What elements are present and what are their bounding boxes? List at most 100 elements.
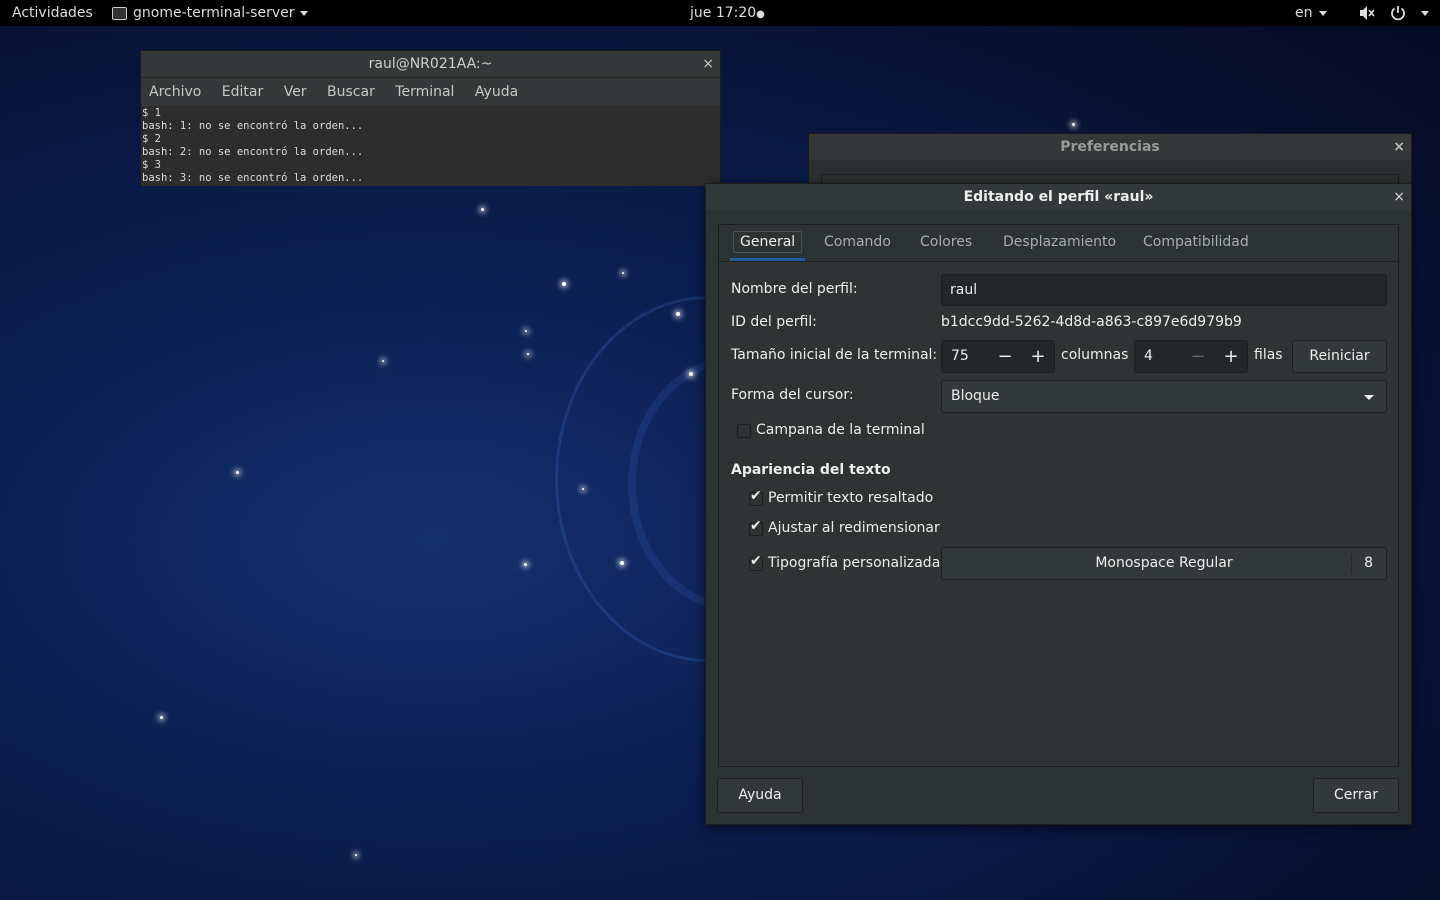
tab-compatibilidad[interactable]: Compatibilidad bbox=[1143, 225, 1249, 261]
profile-name-value: raul bbox=[950, 282, 978, 298]
font-size: 8 bbox=[1364, 555, 1373, 571]
volume-muted-icon bbox=[1360, 6, 1375, 20]
terminal-menubar: Archivo Editar Ver Buscar Terminal Ayuda bbox=[141, 78, 720, 106]
star bbox=[562, 282, 566, 286]
language-label: en bbox=[1295, 5, 1313, 21]
power-icon bbox=[1391, 6, 1406, 21]
columns-value: 75 bbox=[951, 348, 969, 364]
custom-font-label: Tipografía personalizada: bbox=[768, 555, 945, 571]
bell-checkbox[interactable] bbox=[737, 424, 751, 438]
star bbox=[160, 716, 163, 719]
tab-comando[interactable]: Comando bbox=[824, 225, 891, 261]
terminal-app-icon bbox=[112, 6, 127, 20]
profile-name-label: Nombre del perfil: bbox=[731, 281, 858, 297]
menu-editar[interactable]: Editar bbox=[222, 84, 263, 100]
help-button[interactable]: Ayuda bbox=[717, 778, 803, 813]
language-selector[interactable]: en bbox=[1295, 0, 1327, 26]
star bbox=[676, 312, 680, 316]
star bbox=[527, 353, 529, 355]
preferences-title: Preferencias bbox=[1060, 139, 1160, 155]
terminal-line: $ 3 bbox=[142, 159, 161, 171]
checkmark-icon: ✔ bbox=[750, 553, 762, 569]
close-button[interactable]: Cerrar bbox=[1313, 778, 1399, 813]
tab-label: Desplazamiento bbox=[1003, 234, 1117, 250]
checkmark-icon: ✔ bbox=[750, 488, 762, 504]
cursor-shape-value: Bloque bbox=[951, 388, 1000, 404]
reset-size-button[interactable]: Reiniciar bbox=[1292, 340, 1387, 373]
tab-colores[interactable]: Colores bbox=[920, 225, 972, 261]
close-icon[interactable]: × bbox=[1393, 134, 1405, 160]
tab-desplazamiento[interactable]: Desplazamiento bbox=[1003, 225, 1116, 261]
rows-increment-button[interactable]: + bbox=[1214, 341, 1248, 373]
font-name: Monospace Regular bbox=[1095, 555, 1233, 571]
close-icon[interactable]: × bbox=[1393, 184, 1405, 210]
star bbox=[355, 854, 357, 856]
clock-label: jue 17:20 bbox=[690, 5, 757, 21]
menu-terminal[interactable]: Terminal bbox=[395, 84, 454, 100]
rows-value: 4 bbox=[1144, 348, 1153, 364]
profile-name-input[interactable]: raul bbox=[941, 274, 1387, 306]
profile-id-value: b1dcc9dd-5262-4d8d-a863-c897e6d979b9 bbox=[941, 314, 1242, 330]
terminal-screen[interactable]: $ 1 bash: 1: no se encontró la orden... $ … bbox=[141, 106, 720, 186]
rows-decrement-button[interactable]: − bbox=[1181, 341, 1215, 373]
reset-size-label: Reiniciar bbox=[1309, 348, 1370, 364]
star bbox=[524, 563, 527, 566]
terminal-line: bash: 3: no se encontró la orden... bbox=[142, 172, 364, 184]
activities-label: Actividades bbox=[12, 5, 93, 21]
rewrap-label: Ajustar al redimensionar bbox=[768, 520, 940, 536]
menu-ver[interactable]: Ver bbox=[284, 84, 307, 100]
menu-buscar[interactable]: Buscar bbox=[327, 84, 375, 100]
chevron-down-icon bbox=[300, 10, 309, 16]
help-label: Ayuda bbox=[738, 787, 782, 803]
preferences-titlebar[interactable]: Preferencias × bbox=[809, 134, 1411, 160]
star bbox=[525, 330, 527, 332]
star bbox=[236, 471, 239, 474]
tab-general[interactable]: General bbox=[730, 225, 806, 261]
initial-size-label: Tamaño inicial de la terminal: bbox=[731, 347, 938, 363]
dialog-title: Editando el perfil «raul» bbox=[963, 189, 1154, 205]
columns-spinbutton[interactable]: 75 − + bbox=[941, 340, 1055, 373]
star bbox=[622, 272, 624, 274]
profile-id-label: ID del perfil: bbox=[731, 314, 817, 330]
terminal-line: $ 2 bbox=[142, 133, 161, 145]
star bbox=[382, 360, 384, 362]
cursor-shape-label: Forma del cursor: bbox=[731, 387, 854, 403]
menu-archivo[interactable]: Archivo bbox=[149, 84, 201, 100]
tab-bar: General Comando Colores Desplazamiento C… bbox=[719, 225, 1398, 262]
rows-spinbutton[interactable]: 4 − + bbox=[1134, 340, 1248, 373]
cursor-shape-dropdown[interactable]: Bloque bbox=[941, 380, 1387, 413]
dropdown-arrow-icon bbox=[1364, 395, 1374, 400]
system-menu-button[interactable] bbox=[1358, 0, 1429, 26]
app-menu-button[interactable]: gnome-terminal-server bbox=[112, 0, 309, 26]
text-appearance-heading: Apariencia del texto bbox=[731, 462, 891, 478]
tab-label: Compatibilidad bbox=[1143, 234, 1249, 250]
terminal-title: raul@NR021AA:~ bbox=[368, 56, 493, 72]
terminal-line: $ 1 bbox=[142, 107, 161, 119]
terminal-titlebar[interactable]: raul@NR021AA:~ × bbox=[141, 51, 720, 78]
chevron-down-icon bbox=[1420, 10, 1429, 16]
terminal-window[interactable]: raul@NR021AA:~ × Archivo Editar Ver Busc… bbox=[140, 50, 721, 186]
font-size-separator bbox=[1351, 554, 1352, 574]
font-chooser-button[interactable]: Monospace Regular 8 bbox=[941, 547, 1387, 580]
notification-dot-icon: ● bbox=[756, 9, 765, 20]
profile-notebook: General Comando Colores Desplazamiento C… bbox=[718, 224, 1399, 767]
star bbox=[1072, 123, 1075, 126]
profile-dialog: Editando el perfil «raul» × General Coma… bbox=[705, 183, 1412, 825]
terminal-line: bash: 1: no se encontró la orden... bbox=[142, 120, 364, 132]
terminal-line: bash: 2: no se encontró la orden... bbox=[142, 146, 364, 158]
bell-label: Campana de la terminal bbox=[756, 422, 925, 438]
menu-ayuda[interactable]: Ayuda bbox=[475, 84, 518, 100]
activities-button[interactable]: Actividades bbox=[12, 0, 93, 26]
tab-label: General bbox=[733, 231, 803, 253]
rows-unit-label: filas bbox=[1254, 347, 1283, 363]
columns-decrement-button[interactable]: − bbox=[988, 341, 1022, 373]
columns-increment-button[interactable]: + bbox=[1021, 341, 1055, 373]
app-menu-label: gnome-terminal-server bbox=[133, 5, 295, 21]
checkmark-icon: ✔ bbox=[750, 518, 762, 534]
star bbox=[582, 488, 584, 490]
clock-button[interactable]: jue 17:20● bbox=[690, 0, 765, 26]
chevron-down-icon bbox=[1318, 10, 1327, 16]
dialog-titlebar[interactable]: Editando el perfil «raul» × bbox=[706, 184, 1411, 210]
close-icon[interactable]: × bbox=[702, 51, 714, 77]
tab-label: Comando bbox=[824, 234, 891, 250]
